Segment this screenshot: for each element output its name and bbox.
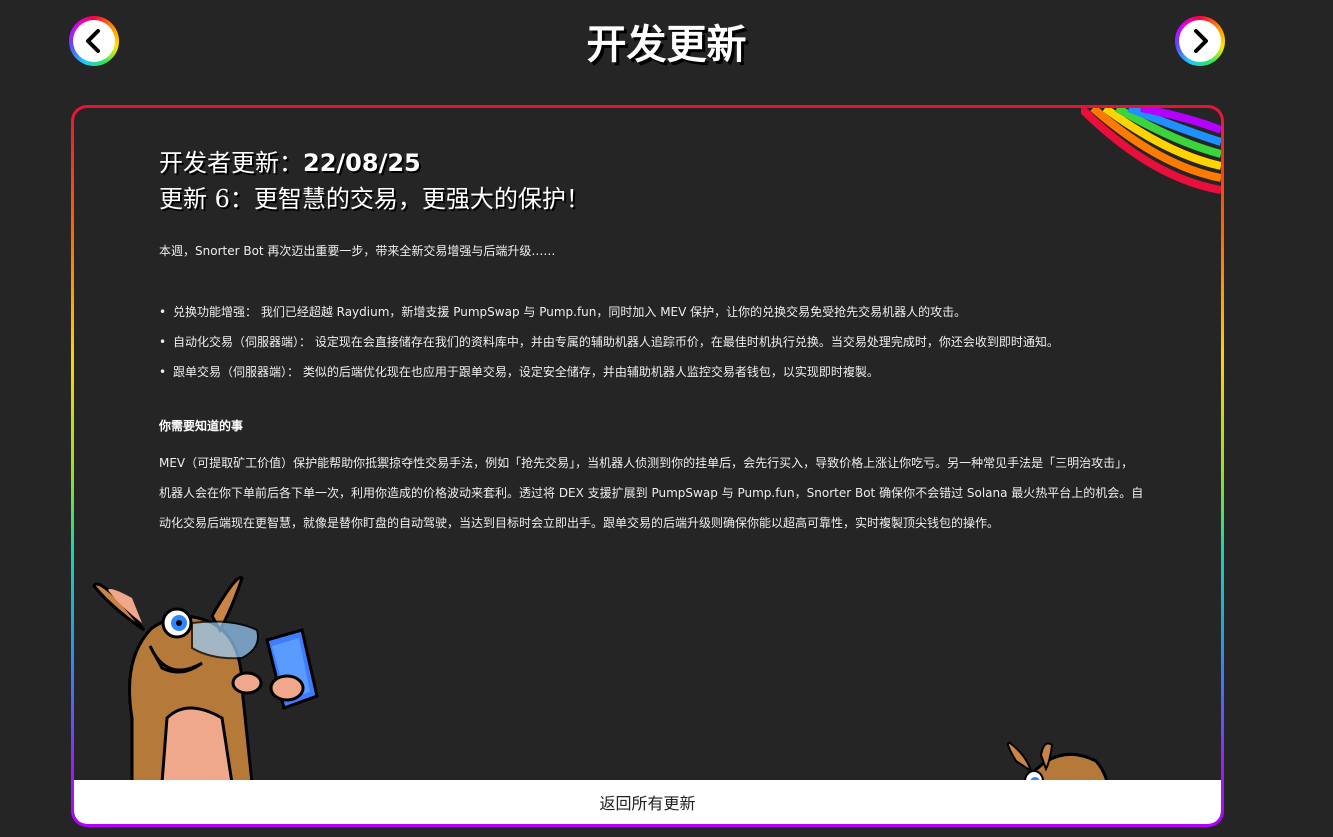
rainbow-decoration xyxy=(1081,108,1221,194)
feature-list: 兑换功能增强： 我们已经超越 Raydium，新增支援 PumpSwap 与 P… xyxy=(159,297,1059,387)
dev-update-label: 开发者更新： xyxy=(159,149,303,177)
update-date: 22/08/25 xyxy=(303,149,421,177)
update-card: 开发者更新：22/08/25 更新 6：更智慧的交易，更强大的保护！ 本週，Sn… xyxy=(71,105,1224,827)
list-item: 自动化交易（伺服器端）： 设定现在会直接储存在我们的资料库中，并由专属的辅助机器… xyxy=(159,327,1059,357)
update-title: 更新 6：更智慧的交易，更强大的保护！ xyxy=(159,185,590,213)
back-to-all-updates-label: 返回所有更新 xyxy=(599,794,696,813)
back-to-all-updates-button[interactable]: 返回所有更新 xyxy=(74,780,1221,824)
update-intro: 本週，Snorter Bot 再次迈出重要一步，带来全新交易增强与后端升级…… xyxy=(159,244,556,258)
dev-update-date-line: 开发者更新：22/08/25 xyxy=(159,146,1059,180)
section-heading: 你需要知道的事 xyxy=(159,419,244,433)
chevron-right-icon xyxy=(1194,29,1208,53)
section-body: MEV（可提取矿工价值）保护能帮助你抵禦掠夺性交易手法，例如「抢先交易」，当机器… xyxy=(159,456,1144,530)
list-item: 跟单交易（伺服器端）： 类似的后端优化现在也应用于跟单交易，设定安全储存，并由辅… xyxy=(159,357,1059,387)
aardvark-mascot-phone xyxy=(92,576,319,783)
update-content: 开发者更新：22/08/25 更新 6：更智慧的交易，更强大的保护！ 本週，Sn… xyxy=(159,146,1143,538)
list-item: 兑换功能增强： 我们已经超越 Raydium，新增支援 PumpSwap 与 P… xyxy=(159,297,1059,327)
page-title: 开发更新 xyxy=(586,21,747,68)
update-card-body: 开发者更新：22/08/25 更新 6：更智慧的交易，更强大的保护！ 本週，Sn… xyxy=(74,108,1221,824)
next-update-button[interactable] xyxy=(1175,16,1225,66)
